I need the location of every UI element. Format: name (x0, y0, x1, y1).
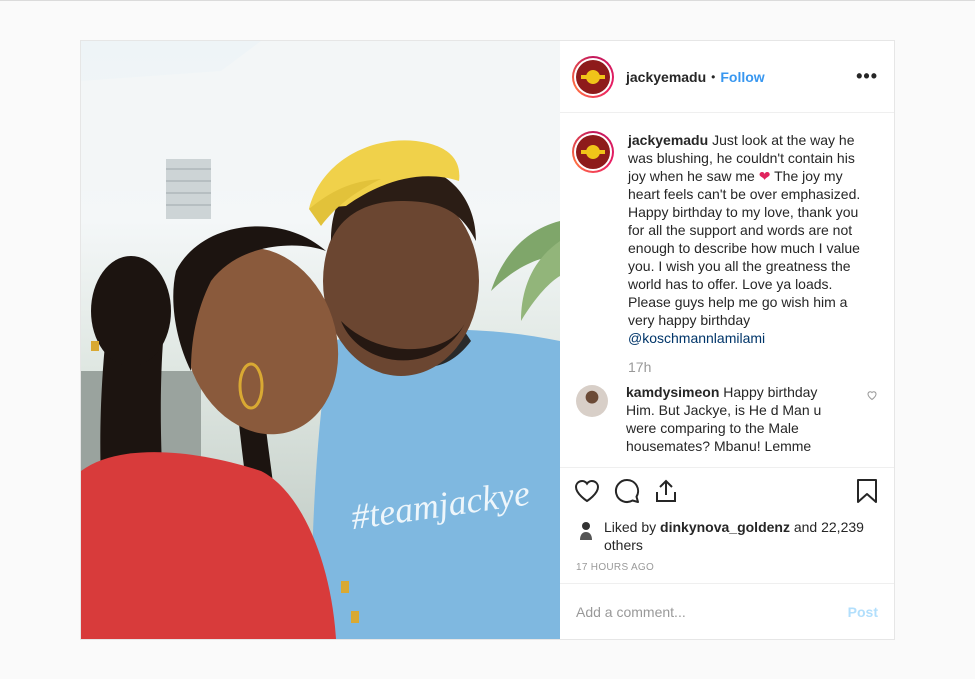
caption-username[interactable]: jackyemadu (628, 132, 708, 148)
caption-mention-link[interactable]: @koschmannlamilami (628, 330, 765, 346)
follow-button[interactable]: Follow (720, 69, 764, 85)
post-header: jackyemadu • Follow ••• (560, 41, 894, 113)
profile-avatar[interactable] (572, 55, 614, 98)
comment-icon[interactable] (614, 478, 640, 509)
heart-emoji: ❤ (758, 168, 771, 184)
post-actions: Liked by dinkynova_goldenz and 22,239 ot… (560, 467, 894, 573)
liker-avatar[interactable] (578, 520, 594, 540)
comment-item: kamdysimeon Happy birthday Him. But Jack… (572, 383, 878, 455)
caption-body-2: The joy my heart feels can't be over emp… (628, 168, 861, 328)
caption-avatar[interactable] (572, 131, 614, 173)
more-options-icon[interactable]: ••• (856, 66, 878, 87)
caption-text: jackyemadu Just look at the way he was b… (628, 131, 868, 347)
add-comment-input[interactable] (576, 603, 848, 620)
top-border (0, 0, 975, 1)
like-icon[interactable] (574, 479, 600, 508)
separator-dot: • (711, 69, 716, 84)
post-card: #teamjackye jackyemadu • Follow ••• jack… (80, 40, 895, 640)
header-username[interactable]: jackyemadu (626, 69, 706, 85)
likes-summary: Liked by dinkynova_goldenz and 22,239 ot… (574, 518, 878, 554)
comment-username[interactable]: kamdysimeon (626, 384, 719, 400)
post-timestamp[interactable]: 17 HOURS AGO (576, 562, 878, 573)
photo-illustration: #teamjackye (81, 41, 560, 639)
liked-by-prefix: Liked by (604, 519, 657, 535)
action-icons (574, 478, 878, 508)
caption: jackyemadu Just look at the way he was b… (572, 131, 878, 347)
liked-by-user[interactable]: dinkynova_goldenz (660, 519, 790, 535)
comment-like-icon[interactable] (866, 389, 878, 404)
save-bookmark-icon[interactable] (856, 478, 878, 509)
caption-time[interactable]: 17h (628, 359, 878, 375)
share-icon[interactable] (654, 478, 678, 509)
comment-avatar[interactable] (576, 385, 608, 417)
comments-section[interactable]: jackyemadu Just look at the way he was b… (560, 113, 894, 467)
post-sidebar: jackyemadu • Follow ••• jackyemadu Just … (560, 41, 894, 639)
post-photo[interactable]: #teamjackye (81, 41, 560, 639)
comment-text: kamdysimeon Happy birthday Him. But Jack… (626, 383, 836, 455)
post-comment-button[interactable]: Post (848, 604, 878, 620)
add-comment-bar: Post (560, 583, 894, 639)
